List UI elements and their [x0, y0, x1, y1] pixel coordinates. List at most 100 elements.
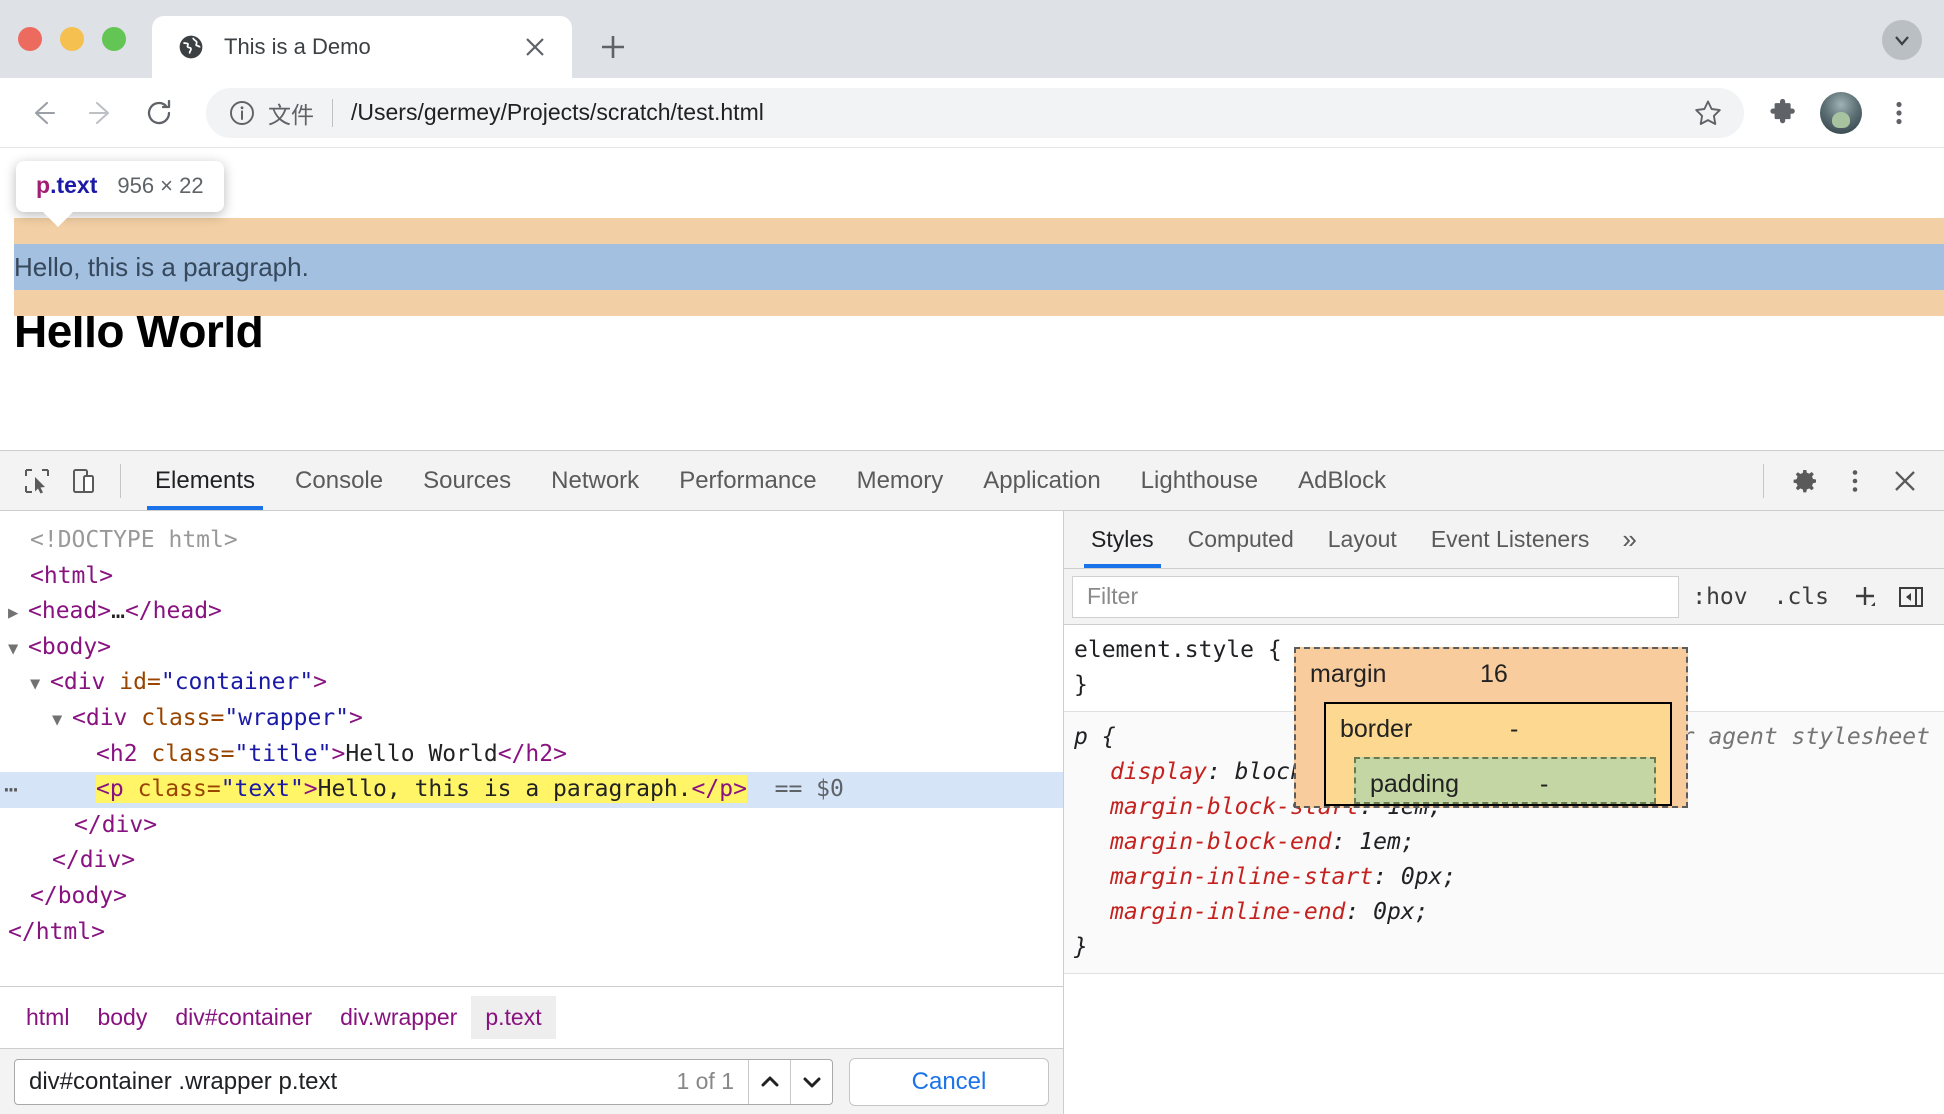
declaration[interactable]: margin-inline-start: 0px; — [1074, 860, 1944, 895]
margin-value[interactable]: 16 — [1480, 657, 1508, 692]
panel-toggle-icon[interactable] — [1888, 576, 1934, 618]
attr-name[interactable]: class — [151, 741, 220, 767]
dom-line-selected[interactable]: ⋯ <p class="text">Hello, this is a paragr… — [0, 772, 1063, 808]
tab-elements[interactable]: Elements — [135, 451, 275, 510]
breadcrumb-item-html[interactable]: html — [12, 996, 83, 1039]
twisty-expanded-icon[interactable]: ▼ — [30, 667, 50, 703]
avatar[interactable] — [1820, 91, 1862, 134]
back-button[interactable] — [16, 86, 70, 140]
address-bar[interactable]: 文件 /Users/germey/Projects/scratch/test.h… — [206, 87, 1744, 138]
border-value[interactable]: - — [1510, 712, 1518, 747]
breadcrumb-item-ptext[interactable]: p.text — [471, 996, 556, 1039]
dom-line[interactable]: </html> — [0, 915, 1063, 951]
tab-computed[interactable]: Computed — [1171, 511, 1311, 568]
device-toolbar-icon[interactable] — [60, 458, 106, 504]
attr-name[interactable]: id — [119, 669, 147, 695]
filter-input[interactable]: Filter — [1072, 575, 1680, 618]
twisty-collapsed-icon[interactable]: ▶ — [8, 596, 28, 632]
dom-line[interactable]: <html> — [0, 559, 1063, 595]
devtools-tabbar-actions — [1749, 458, 1934, 504]
chevron-up-icon[interactable] — [748, 1059, 790, 1104]
dom-tree-pane: <!DOCTYPE html> <html> ▶ <head>…</head> ▼… — [0, 511, 1064, 1114]
url-text: /Users/germey/Projects/scratch/test.html — [351, 99, 764, 125]
attr-name[interactable]: class — [141, 705, 210, 731]
attr-name[interactable]: class — [138, 776, 207, 802]
gear-icon[interactable] — [1782, 458, 1828, 504]
tab-lighthouse[interactable]: Lighthouse — [1121, 451, 1278, 510]
box-model-margin[interactable]: margin 16 border - padding - — [1294, 647, 1688, 808]
three-dot-icon[interactable] — [1832, 458, 1878, 504]
cancel-button[interactable]: Cancel — [849, 1057, 1049, 1106]
dom-line[interactable]: </div> — [0, 808, 1063, 844]
property-name[interactable]: margin-inline-start — [1110, 864, 1373, 890]
chevron-down-icon[interactable] — [790, 1059, 832, 1104]
node-text[interactable]: Hello, this is a paragraph. — [318, 776, 692, 802]
declaration[interactable]: margin-block-end: 1em; — [1074, 825, 1944, 860]
dom-line[interactable]: ▶ <head>…</head> — [0, 594, 1063, 630]
browser-tab[interactable]: This is a Demo — [152, 16, 572, 78]
property-name[interactable]: display — [1110, 759, 1207, 785]
three-dot-icon[interactable] — [1876, 90, 1922, 136]
dom-tree[interactable]: <!DOCTYPE html> <html> ▶ <head>…</head> ▼… — [0, 511, 1063, 986]
twisty-expanded-icon[interactable]: ▼ — [52, 703, 72, 739]
chevron-down-icon[interactable] — [1882, 20, 1922, 60]
maximize-window-button[interactable] — [102, 27, 126, 51]
plus-icon[interactable] — [1842, 576, 1888, 618]
breadcrumb-item-body[interactable]: body — [83, 996, 161, 1039]
minimize-window-button[interactable] — [60, 27, 84, 51]
node-text[interactable]: Hello World — [345, 741, 497, 767]
dom-line[interactable]: ▼ <div class="wrapper"> — [0, 701, 1063, 737]
open-brace: { — [1101, 724, 1116, 750]
selector-text[interactable]: p — [1074, 720, 1088, 755]
forward-button[interactable] — [74, 86, 128, 140]
tab-memory[interactable]: Memory — [837, 451, 964, 510]
property-name[interactable]: margin-block-end — [1110, 829, 1332, 855]
dom-line[interactable]: ▼ <div id="container"> — [0, 665, 1063, 701]
class-toggle-button[interactable]: .cls — [1761, 584, 1842, 610]
property-value[interactable]: 0px — [1401, 864, 1443, 890]
hover-state-button[interactable]: :hov — [1679, 584, 1760, 610]
tab-styles[interactable]: Styles — [1074, 511, 1171, 568]
tab-performance[interactable]: Performance — [659, 451, 836, 510]
tab-application[interactable]: Application — [963, 451, 1120, 510]
close-icon[interactable] — [520, 32, 550, 62]
dom-line[interactable]: ▼ <body> — [0, 630, 1063, 666]
box-model-border[interactable]: border - padding - — [1324, 702, 1672, 806]
box-model-padding[interactable]: padding - — [1354, 757, 1656, 804]
close-icon[interactable] — [1882, 458, 1928, 504]
attr-value[interactable]: text — [235, 776, 290, 802]
property-value[interactable]: 1em — [1359, 829, 1401, 855]
star-icon[interactable] — [1688, 93, 1728, 133]
padding-value[interactable]: - — [1540, 767, 1548, 802]
tab-network[interactable]: Network — [531, 451, 659, 510]
inspect-cursor-icon[interactable] — [14, 458, 60, 504]
tab-console[interactable]: Console — [275, 451, 403, 510]
breadcrumb-item-container[interactable]: div#container — [161, 996, 326, 1039]
twisty-expanded-icon[interactable]: ▼ — [8, 632, 28, 668]
property-value[interactable]: 0px — [1373, 899, 1415, 925]
dom-line[interactable]: <h2 class="title">Hello World</h2> — [0, 737, 1063, 773]
reload-button[interactable] — [132, 86, 186, 140]
property-name[interactable]: margin-inline-end — [1110, 899, 1345, 925]
search-field[interactable]: div#container .wrapper p.text 1 of 1 — [14, 1058, 833, 1105]
puzzle-icon[interactable] — [1760, 90, 1806, 136]
attr-value[interactable]: container — [175, 669, 300, 695]
breadcrumb-item-wrapper[interactable]: div.wrapper — [326, 996, 471, 1039]
tab-layout[interactable]: Layout — [1311, 511, 1414, 568]
attr-value[interactable]: wrapper — [238, 705, 335, 731]
dom-line[interactable]: <!DOCTYPE html> — [0, 523, 1063, 559]
search-input[interactable]: div#container .wrapper p.text — [29, 1068, 662, 1096]
tab-sources[interactable]: Sources — [403, 451, 531, 510]
attr-value[interactable]: title — [248, 741, 317, 767]
info-circle-icon[interactable] — [228, 99, 256, 127]
declaration[interactable]: margin-inline-end: 0px; — [1074, 895, 1944, 930]
dom-line[interactable]: </div> — [0, 843, 1063, 879]
tab-event-listeners[interactable]: Event Listeners — [1414, 511, 1607, 568]
dom-line[interactable]: </body> — [0, 879, 1063, 915]
more-tabs-icon[interactable]: » — [1606, 511, 1652, 568]
dom-row-menu-icon[interactable]: ⋯ — [4, 773, 20, 809]
close-window-button[interactable] — [18, 27, 42, 51]
tab-adblock[interactable]: AdBlock — [1278, 451, 1406, 510]
new-tab-button[interactable] — [586, 20, 640, 74]
selector-text[interactable]: element.style — [1074, 633, 1254, 668]
